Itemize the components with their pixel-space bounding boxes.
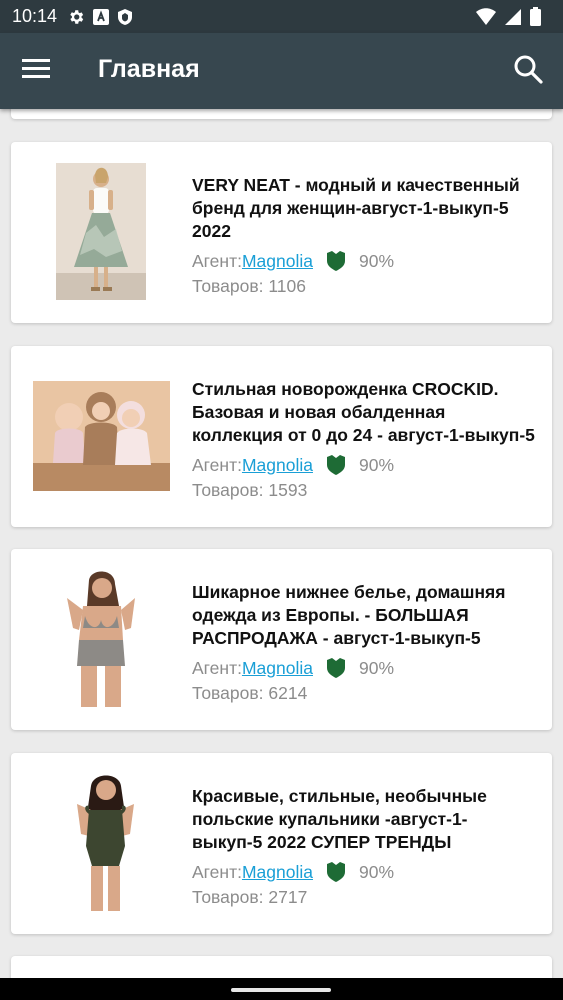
card-title[interactable]: Шикарное нижнее белье, домашняя одежда и… xyxy=(192,581,537,650)
catalog-card[interactable]: Красивые, стильные, необычные польские к… xyxy=(11,753,552,934)
card-title[interactable]: VERY NEAT - модный и качественный бренд … xyxy=(192,174,537,243)
status-time: 10:14 xyxy=(12,6,58,26)
product-image-babies xyxy=(33,381,170,491)
shield-rating-icon xyxy=(326,455,345,475)
agent-link[interactable]: Magnolia xyxy=(242,455,313,476)
card-info: Шикарное нижнее белье, домашняя одежда и… xyxy=(192,581,537,704)
product-count-row: Товаров: 2717 xyxy=(192,887,537,908)
agent-row: Агент: Magnolia 90% xyxy=(192,656,537,680)
agent-link[interactable]: Magnolia xyxy=(242,862,313,883)
product-count: 1106 xyxy=(268,276,307,296)
count-label: Товаров: xyxy=(192,887,269,907)
product-count: 6214 xyxy=(268,683,308,703)
product-image-woman-skirt xyxy=(56,163,146,300)
product-count-row: Товаров: 1593 xyxy=(192,480,537,501)
gesture-nav-bar xyxy=(0,978,563,1000)
shield-rating-icon xyxy=(326,251,345,271)
shield-status-icon xyxy=(118,8,133,25)
page-title: Главная xyxy=(98,55,200,83)
catalog-card-partial[interactable] xyxy=(11,109,552,119)
catalog-card[interactable]: Стильная новорожденка CROCKID. Базовая и… xyxy=(11,346,552,527)
product-image-lingerie xyxy=(49,570,154,707)
card-title[interactable]: Стильная новорожденка CROCKID. Базовая и… xyxy=(192,378,537,447)
product-count-row: Товаров: 6214 xyxy=(192,683,537,704)
home-handle[interactable] xyxy=(231,988,331,992)
shield-rating-icon xyxy=(326,862,345,882)
hamburger-menu-icon xyxy=(22,59,50,78)
agent-rating: 90% xyxy=(358,657,395,678)
agent-rating: 90% xyxy=(358,250,395,271)
count-label: Товаров: xyxy=(192,683,269,703)
card-info: Красивые, стильные, необычные польские к… xyxy=(192,785,537,908)
product-image-swimsuit xyxy=(67,774,144,911)
font-a-icon xyxy=(93,8,110,25)
agent-label: Агент: xyxy=(192,250,242,271)
product-count-row: Товаров: 1106 xyxy=(192,276,537,297)
agent-rating: 90% xyxy=(358,454,395,475)
shield-rating-icon xyxy=(326,658,345,678)
catalog-card-partial[interactable] xyxy=(11,956,552,978)
count-label: Товаров: xyxy=(192,480,269,500)
agent-row: Агент: Magnolia 90% xyxy=(192,860,537,884)
product-image[interactable] xyxy=(33,381,170,491)
agent-row: Агент: Magnolia 90% xyxy=(192,249,537,273)
battery-icon xyxy=(530,7,541,26)
menu-button[interactable] xyxy=(22,57,54,85)
agent-rating: 90% xyxy=(358,861,395,882)
signal-icon xyxy=(505,8,521,25)
card-title[interactable]: Красивые, стильные, необычные польские к… xyxy=(192,785,537,854)
agent-label: Агент: xyxy=(192,861,242,882)
catalog-feed[interactable]: VERY NEAT - модный и качественный бренд … xyxy=(0,109,563,978)
search-button[interactable] xyxy=(513,54,545,86)
search-icon xyxy=(514,55,543,84)
product-count: 2717 xyxy=(268,887,308,907)
gear-icon xyxy=(70,9,84,24)
catalog-card[interactable]: VERY NEAT - модный и качественный бренд … xyxy=(11,142,552,323)
app-bar: Главная xyxy=(0,33,563,109)
agent-label: Агент: xyxy=(192,657,242,678)
card-info: VERY NEAT - модный и качественный бренд … xyxy=(192,174,537,297)
catalog-card[interactable]: Шикарное нижнее белье, домашняя одежда и… xyxy=(11,549,552,730)
status-bar: 10:14 xyxy=(0,0,563,33)
wifi-icon xyxy=(476,7,496,25)
agent-row: Агент: Magnolia 90% xyxy=(192,453,537,477)
card-info: Стильная новорожденка CROCKID. Базовая и… xyxy=(192,378,537,501)
agent-link[interactable]: Magnolia xyxy=(242,251,313,272)
agent-label: Агент: xyxy=(192,454,242,475)
product-image[interactable] xyxy=(56,163,146,300)
agent-link[interactable]: Magnolia xyxy=(242,658,313,679)
product-image[interactable] xyxy=(49,570,154,707)
count-label: Товаров: xyxy=(192,276,269,296)
product-count: 1593 xyxy=(268,480,308,500)
product-image[interactable] xyxy=(67,774,144,911)
